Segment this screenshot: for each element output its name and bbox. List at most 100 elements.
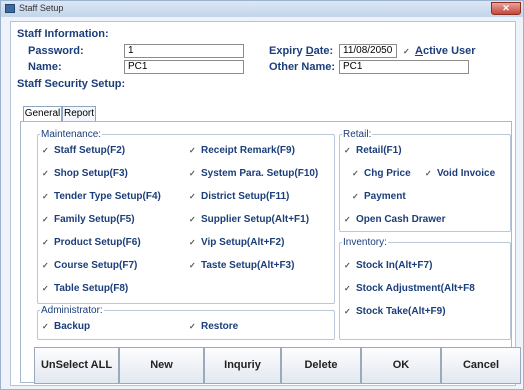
expiry-date-label: Expiry Date: <box>269 45 333 57</box>
check-icon: ✓ <box>344 215 351 224</box>
perm-label: Stock Take(Alt+F9) <box>356 306 446 317</box>
perm-label: Restore <box>201 321 239 332</box>
other-name-label: Other Name: <box>269 61 336 73</box>
perm-label: Table Setup(F8) <box>54 283 129 294</box>
perm-label: Vip Setup(Alt+F2) <box>201 237 285 248</box>
new-button[interactable]: New <box>119 347 204 384</box>
app-icon <box>5 4 15 13</box>
check-icon: ✓ <box>189 192 196 201</box>
active-user-underlined: A <box>415 45 423 57</box>
check-icon: ✓ <box>189 169 196 178</box>
ok-button[interactable]: OK <box>361 347 441 384</box>
administrator-group-label: Administrator: <box>40 305 104 316</box>
perm-product-setup[interactable]: ✓ Product Setup(F6) <box>42 237 141 248</box>
perm-label: Taste Setup(Alt+F3) <box>201 260 295 271</box>
perm-vip-setup[interactable]: ✓ Vip Setup(Alt+F2) <box>189 237 284 248</box>
title-bar[interactable]: Staff Setup ✕ <box>1 1 523 17</box>
check-icon: ✓ <box>42 215 49 224</box>
check-icon: ✓ <box>42 284 49 293</box>
retail-group-label: Retail: <box>342 129 373 140</box>
perm-label: Family Setup(F5) <box>54 214 135 225</box>
inventory-group-label: Inventory: <box>342 237 388 248</box>
password-field[interactable]: 1 <box>124 44 244 58</box>
close-button[interactable]: ✕ <box>491 2 521 15</box>
security-heading: Staff Security Setup: <box>17 78 126 90</box>
active-user-checkbox[interactable]: ✓ Active User <box>403 45 476 57</box>
perm-label: Shop Setup(F3) <box>54 168 128 179</box>
check-icon: ✓ <box>425 169 432 178</box>
perm-taste-setup[interactable]: ✓ Taste Setup(Alt+F3) <box>189 260 294 271</box>
perm-label: Stock In(Alt+F7) <box>356 260 433 271</box>
perm-stock-take[interactable]: ✓ Stock Take(Alt+F9) <box>344 306 446 317</box>
perm-stock-in[interactable]: ✓ Stock In(Alt+F7) <box>344 260 432 271</box>
active-user-check-icon: ✓ <box>403 47 410 56</box>
check-icon: ✓ <box>189 215 196 224</box>
perm-open-cash-drawer[interactable]: ✓ Open Cash Drawer <box>344 214 445 225</box>
perm-restore[interactable]: ✓ Restore <box>189 321 238 332</box>
perm-staff-setup[interactable]: ✓ Staff Setup(F2) <box>42 145 125 156</box>
delete-button[interactable]: Delete <box>281 347 361 384</box>
perm-label: Staff Setup(F2) <box>54 145 126 156</box>
perm-shop-setup[interactable]: ✓ Shop Setup(F3) <box>42 168 128 179</box>
perm-supplier-setup[interactable]: ✓ Supplier Setup(Alt+F1) <box>189 214 309 225</box>
check-icon: ✓ <box>42 146 49 155</box>
perm-chg-price[interactable]: ✓ Chg Price <box>352 168 411 179</box>
perm-stock-adjustment[interactable]: ✓ Stock Adjustment(Alt+F8 <box>344 283 475 294</box>
check-icon: ✓ <box>189 146 196 155</box>
active-user-label: ctive User <box>422 45 476 57</box>
expiry-label-pre: Expiry <box>269 45 306 57</box>
perm-label: Retail(F1) <box>356 145 402 156</box>
other-name-field[interactable]: PC1 <box>339 60 469 74</box>
check-icon: ✓ <box>42 238 49 247</box>
inquiry-button[interactable]: Inquriy <box>204 347 281 384</box>
check-icon: ✓ <box>42 192 49 201</box>
perm-label: System Para. Setup(F10) <box>201 168 319 179</box>
name-field[interactable]: PC1 <box>124 60 244 74</box>
staff-information-heading: Staff Information: <box>17 28 109 40</box>
name-label: Name: <box>28 61 62 73</box>
perm-tender-type-setup[interactable]: ✓ Tender Type Setup(F4) <box>42 191 161 202</box>
perm-label: Course Setup(F7) <box>54 260 138 271</box>
check-icon: ✓ <box>344 284 351 293</box>
unselect-all-button[interactable]: UnSelect ALL <box>34 347 119 384</box>
tab-report[interactable]: Report <box>62 106 96 121</box>
maintenance-group-label: Maintenance: <box>40 129 103 140</box>
perm-backup[interactable]: ✓ Backup <box>42 321 90 332</box>
check-icon: ✓ <box>344 146 351 155</box>
perm-family-setup[interactable]: ✓ Family Setup(F5) <box>42 214 135 225</box>
check-icon: ✓ <box>344 261 351 270</box>
perm-receipt-remark[interactable]: ✓ Receipt Remark(F9) <box>189 145 295 156</box>
perm-label: Backup <box>54 321 91 332</box>
perm-void-invoice[interactable]: ✓ Void Invoice <box>425 168 495 179</box>
check-icon: ✓ <box>189 322 196 331</box>
perm-retail[interactable]: ✓ Retail(F1) <box>344 145 402 156</box>
expiry-date-field[interactable]: 11/08/2050 <box>339 44 397 58</box>
perm-label: Void Invoice <box>437 168 496 179</box>
check-icon: ✓ <box>42 169 49 178</box>
perm-label: Product Setup(F6) <box>54 237 141 248</box>
check-icon: ✓ <box>344 307 351 316</box>
check-icon: ✓ <box>352 169 359 178</box>
perm-label: Stock Adjustment(Alt+F8 <box>356 283 475 294</box>
window-title: Staff Setup <box>19 3 64 13</box>
check-icon: ✓ <box>189 238 196 247</box>
check-icon: ✓ <box>189 261 196 270</box>
perm-label: Tender Type Setup(F4) <box>54 191 161 202</box>
expiry-label-underlined: D <box>305 45 314 57</box>
perm-district-setup[interactable]: ✓ District Setup(F11) <box>189 191 289 202</box>
expiry-label-post: ate: <box>313 45 334 57</box>
password-label: Password: <box>28 45 84 57</box>
perm-payment[interactable]: ✓ Payment <box>352 191 406 202</box>
perm-course-setup[interactable]: ✓ Course Setup(F7) <box>42 260 137 271</box>
perm-label: Chg Price <box>364 168 411 179</box>
check-icon: ✓ <box>352 192 359 201</box>
perm-label: Receipt Remark(F9) <box>201 145 295 156</box>
perm-table-setup[interactable]: ✓ Table Setup(F8) <box>42 283 128 294</box>
staff-setup-window: Staff Setup ✕ Staff Information: Passwor… <box>0 0 524 390</box>
check-icon: ✓ <box>42 261 49 270</box>
perm-label: Supplier Setup(Alt+F1) <box>201 214 310 225</box>
perm-system-para-setup[interactable]: ✓ System Para. Setup(F10) <box>189 168 318 179</box>
cancel-button[interactable]: Cancel <box>441 347 521 384</box>
tab-general[interactable]: General <box>23 106 62 122</box>
perm-label: District Setup(F11) <box>201 191 290 202</box>
